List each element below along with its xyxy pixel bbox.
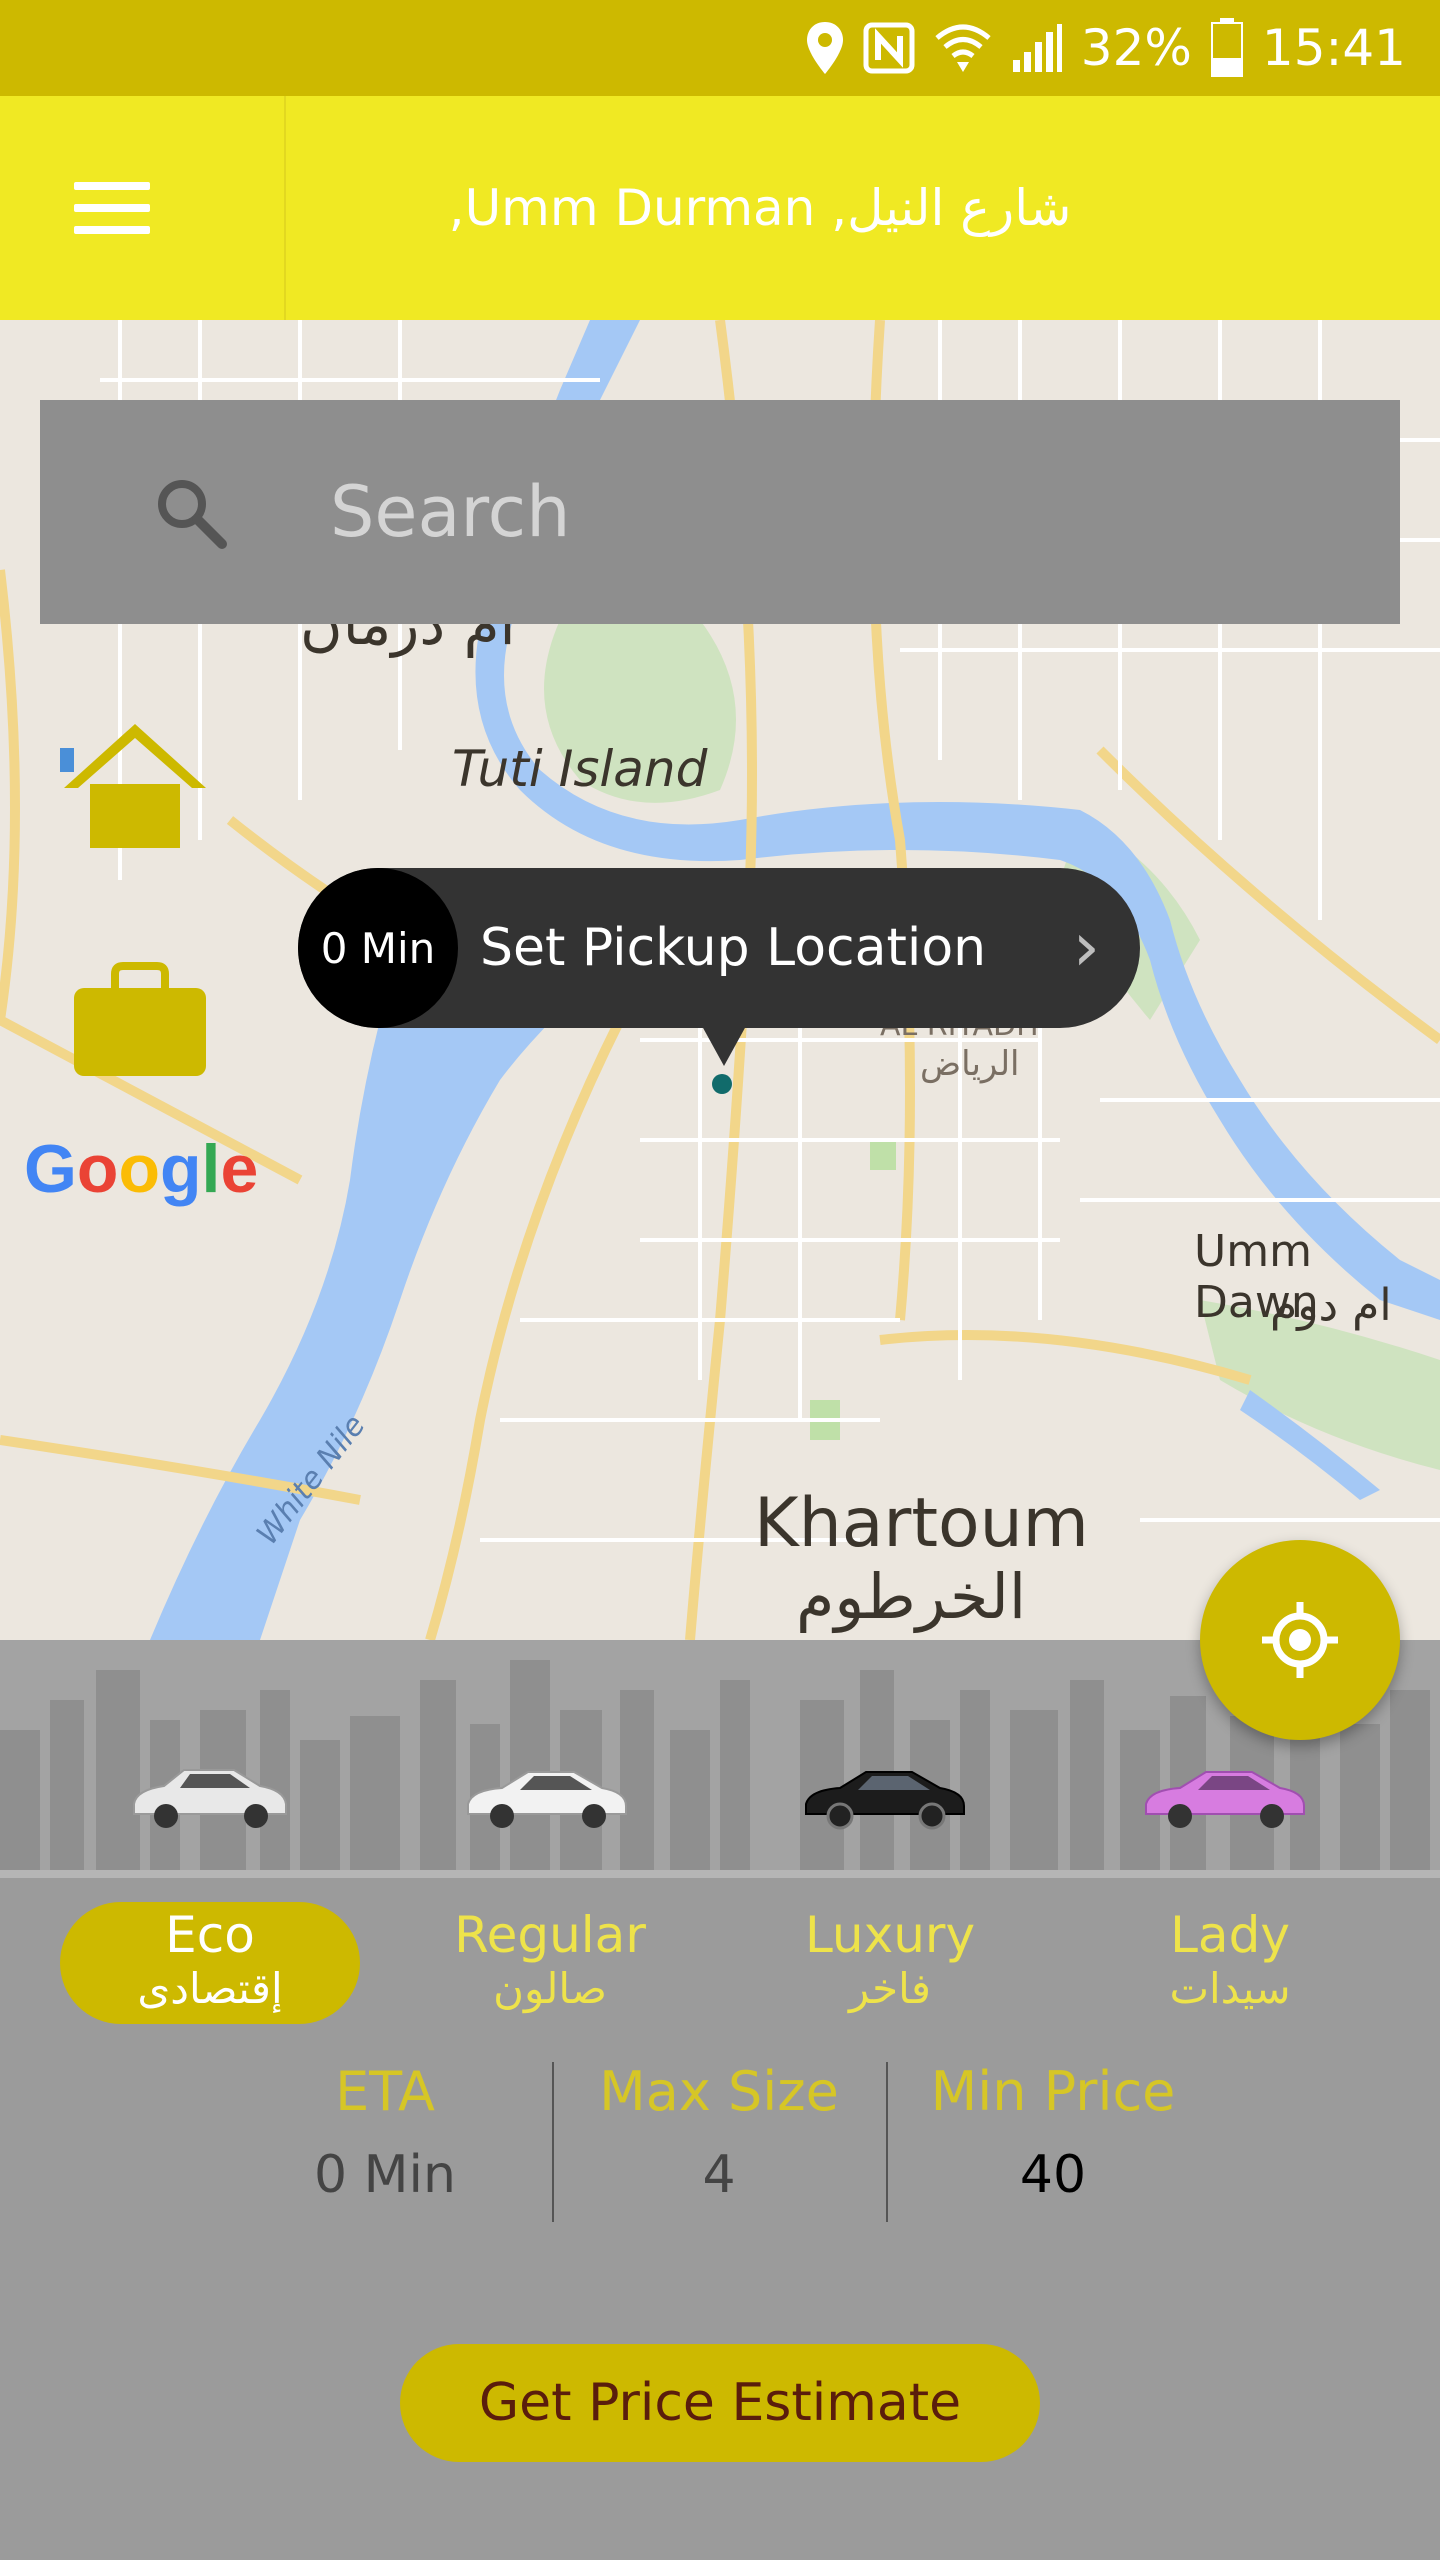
map-label-tuti-island: Tuti Island bbox=[452, 740, 708, 798]
work-shortcut-button[interactable] bbox=[70, 960, 210, 1080]
google-logo: Google bbox=[24, 1131, 259, 1207]
car-type-label-en: Regular bbox=[454, 1906, 646, 1964]
car-type-label-en: Eco bbox=[165, 1906, 255, 1964]
status-bar: 32% 15:41 bbox=[0, 0, 1440, 96]
chevron-right-icon: › bbox=[1072, 908, 1100, 987]
pickup-label: Set Pickup Location bbox=[480, 918, 987, 978]
car-type-tab-lady[interactable]: Lady سيدات bbox=[1080, 1902, 1380, 2024]
map-label-al-riyadh-ar: الرياض bbox=[920, 1044, 1020, 1084]
app-bar: شارع النيل, Umm Durman, bbox=[0, 96, 1440, 320]
car-type-label-en: Luxury bbox=[804, 1906, 976, 1964]
location-icon bbox=[806, 22, 843, 74]
car-eco-image bbox=[133, 1769, 287, 1828]
current-address[interactable]: شارع النيل, Umm Durman, bbox=[300, 96, 1220, 320]
max-size-stat: Max Size 4 bbox=[554, 2060, 884, 2205]
pickup-eta: 0 Min bbox=[298, 868, 458, 1028]
get-price-estimate-button[interactable]: Get Price Estimate bbox=[400, 2344, 1040, 2462]
car-lady-image bbox=[1145, 1771, 1305, 1828]
battery-percent: 32% bbox=[1080, 19, 1192, 77]
map-label-umm-dawn-ar: ام دوم bbox=[1270, 1280, 1392, 1331]
min-price-stat: Min Price 40 bbox=[888, 2060, 1218, 2205]
map-label-khartoum-en: Khartoum bbox=[754, 1484, 1089, 1563]
my-location-icon bbox=[1262, 1602, 1338, 1678]
set-pickup-button[interactable]: 0 Min Set Pickup Location › bbox=[298, 868, 1140, 1028]
car-type-tab-regular[interactable]: Regular صالون bbox=[400, 1902, 700, 2024]
max-size-label: Max Size bbox=[599, 2060, 839, 2123]
car-type-label-ar: سيدات bbox=[1169, 1964, 1291, 2013]
clock: 15:41 bbox=[1261, 19, 1406, 77]
min-price-label: Min Price bbox=[930, 2060, 1176, 2123]
eta-stat: ETA 0 Min bbox=[220, 2060, 550, 2205]
search-input[interactable]: Search bbox=[330, 400, 571, 624]
car-type-label-ar: صالون bbox=[493, 1964, 607, 2013]
signal-icon bbox=[1012, 24, 1062, 72]
battery-icon bbox=[1210, 18, 1243, 77]
pickup-pin-dot bbox=[712, 1074, 732, 1094]
nfc-icon bbox=[863, 22, 915, 74]
car-type-label-ar: فاخر bbox=[848, 1964, 931, 2013]
my-location-button[interactable] bbox=[1200, 1540, 1400, 1740]
min-price-value: 40 bbox=[1019, 2145, 1087, 2205]
search-bar[interactable]: Search bbox=[40, 400, 1400, 624]
home-shortcut-button[interactable] bbox=[60, 718, 210, 848]
map-label-khartoum-ar: الخرطوم bbox=[796, 1560, 1027, 1633]
briefcase-icon bbox=[74, 962, 206, 1076]
home-icon bbox=[60, 724, 206, 848]
car-regular-image bbox=[467, 1771, 627, 1828]
max-size-value: 4 bbox=[702, 2145, 736, 2205]
search-icon bbox=[158, 480, 227, 549]
car-type-tab-luxury[interactable]: Luxury فاخر bbox=[740, 1902, 1040, 2024]
menu-button[interactable] bbox=[0, 96, 286, 320]
eta-label: ETA bbox=[335, 2060, 435, 2123]
car-type-label-ar: إقتصادى bbox=[137, 1964, 283, 2013]
car-type-label-en: Lady bbox=[1170, 1906, 1290, 1964]
status-icons: 32% 15:41 bbox=[805, 0, 1406, 96]
car-type-tab-eco[interactable]: Eco إقتصادى bbox=[60, 1902, 360, 2024]
stats-divider bbox=[552, 2062, 554, 2222]
eta-value: 0 Min bbox=[314, 2145, 456, 2205]
wifi-icon bbox=[935, 24, 991, 72]
stats-divider bbox=[886, 2062, 888, 2222]
car-luxury-image bbox=[805, 1771, 965, 1830]
pickup-pointer bbox=[702, 1026, 746, 1066]
